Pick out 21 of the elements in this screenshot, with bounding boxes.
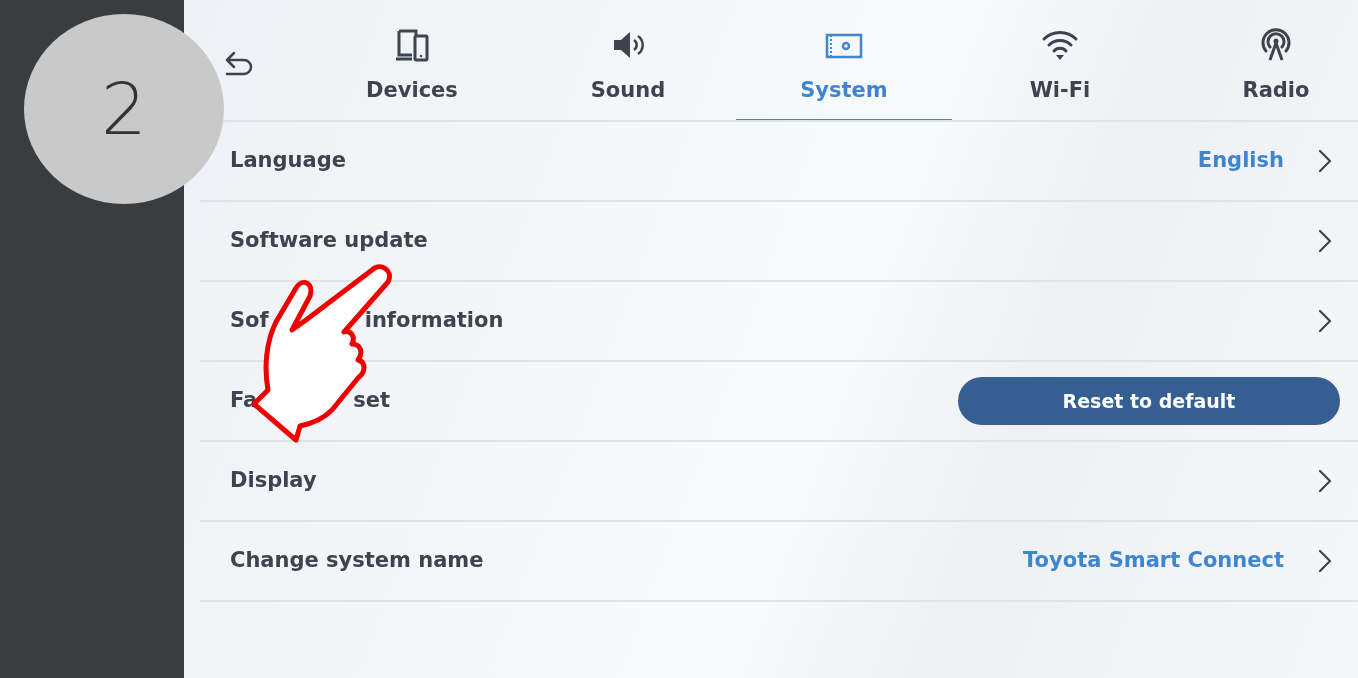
tab[interactable]: Sound [520,0,736,120]
chevron-right-icon[interactable] [1318,549,1332,573]
tab[interactable]: Radio [1168,0,1358,120]
chevron-right-icon[interactable] [1318,309,1332,333]
setting-label: information [364,307,504,335]
setting-value: English [1197,147,1284,175]
tab[interactable]: Wi-Fi [952,0,1168,120]
tab[interactable]: Devices [304,0,520,120]
setting-label: Sof [230,307,269,335]
setting-label: Display [230,467,317,495]
reset-button[interactable]: Reset to default [958,377,1340,425]
step-number-badge: 2 [24,14,224,204]
setting-label: Language [230,147,346,175]
setting-label: Change system name [230,547,484,575]
chevron-right-icon[interactable] [1318,469,1332,493]
chevron-right-icon[interactable] [1318,149,1332,173]
tab[interactable]: System [736,0,952,120]
setting-label: Software update [230,227,428,255]
setting-value: Toyota Smart Connect [1023,547,1284,575]
chevron-right-icon[interactable] [1318,229,1332,253]
setting-label: set [353,387,391,415]
